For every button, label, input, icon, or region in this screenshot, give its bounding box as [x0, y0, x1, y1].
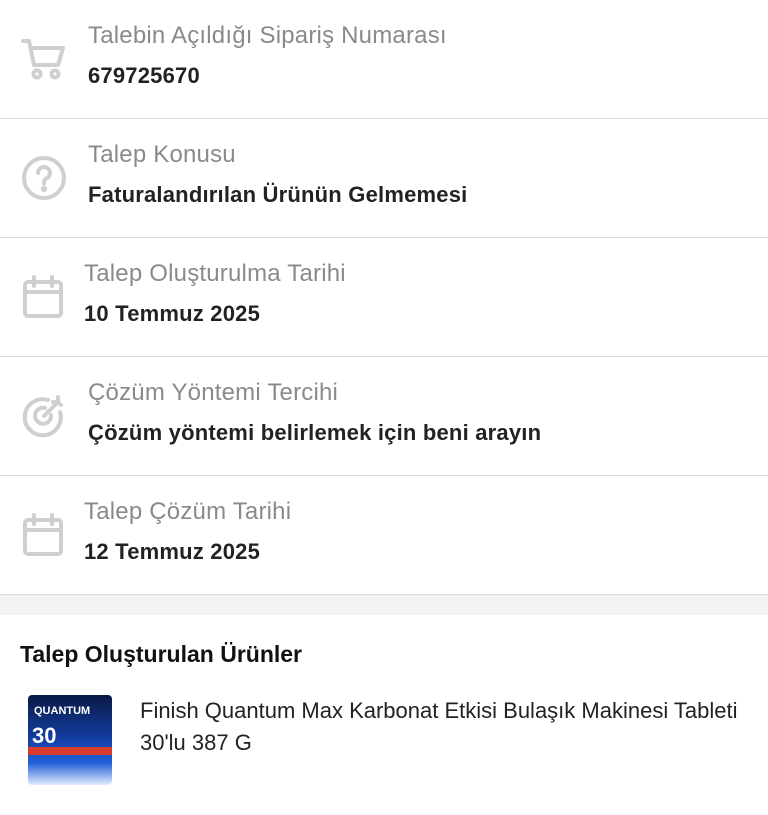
order-number-label: Talebin Açıldığı Sipariş Numarası — [88, 22, 447, 49]
resolution-date-value: 12 Temmuz 2025 — [84, 539, 261, 564]
product-thumbnail-stripe — [28, 747, 112, 755]
resolution-method-value: Çözüm yöntemi belirlemek için beni arayı… — [88, 420, 542, 445]
creation-date-value: 10 Temmuz 2025 — [84, 301, 261, 326]
request-subject-label: Talep Konusu — [88, 141, 236, 168]
order-number-row: Talebin Açıldığı Sipariş Numarası 679725… — [0, 0, 768, 119]
product-name[interactable]: Finish Quantum Max Karbonat Etkisi Bulaş… — [140, 695, 750, 759]
section-divider — [0, 595, 768, 615]
resolution-date-row: Talep Çözüm Tarihi 12 Temmuz 2025 — [0, 476, 768, 595]
order-number-value: 679725670 — [88, 63, 200, 88]
creation-date-label: Talep Oluşturulma Tarihi — [84, 260, 346, 287]
product-thumbnail[interactable]: QUANTUM 30 — [28, 695, 112, 785]
target-icon — [20, 392, 68, 440]
resolution-method-row: Çözüm Yöntemi Tercihi Çözüm yöntemi beli… — [0, 357, 768, 476]
cart-icon — [20, 35, 68, 83]
question-icon — [20, 154, 68, 202]
products-heading: Talep Oluşturulan Ürünler — [20, 641, 302, 667]
creation-date-row: Talep Oluşturulma Tarihi 10 Temmuz 2025 — [0, 238, 768, 357]
request-details: Talebin Açıldığı Sipariş Numarası 679725… — [0, 0, 768, 595]
request-subject-row: Talep Konusu Faturalandırılan Ürünün Gel… — [0, 119, 768, 238]
calendar-icon — [20, 273, 68, 321]
resolution-date-label: Talep Çözüm Tarihi — [84, 498, 292, 525]
product-thumbnail-text: QUANTUM — [34, 705, 91, 717]
request-subject-value: Faturalandırılan Ürünün Gelmemesi — [88, 182, 468, 207]
product-thumbnail-count: 30 — [32, 723, 57, 748]
calendar-icon — [20, 511, 68, 559]
products-section: Talep Oluşturulan Ürünler QUANTUM 30 Fin… — [0, 615, 768, 815]
resolution-method-label: Çözüm Yöntemi Tercihi — [88, 379, 339, 406]
